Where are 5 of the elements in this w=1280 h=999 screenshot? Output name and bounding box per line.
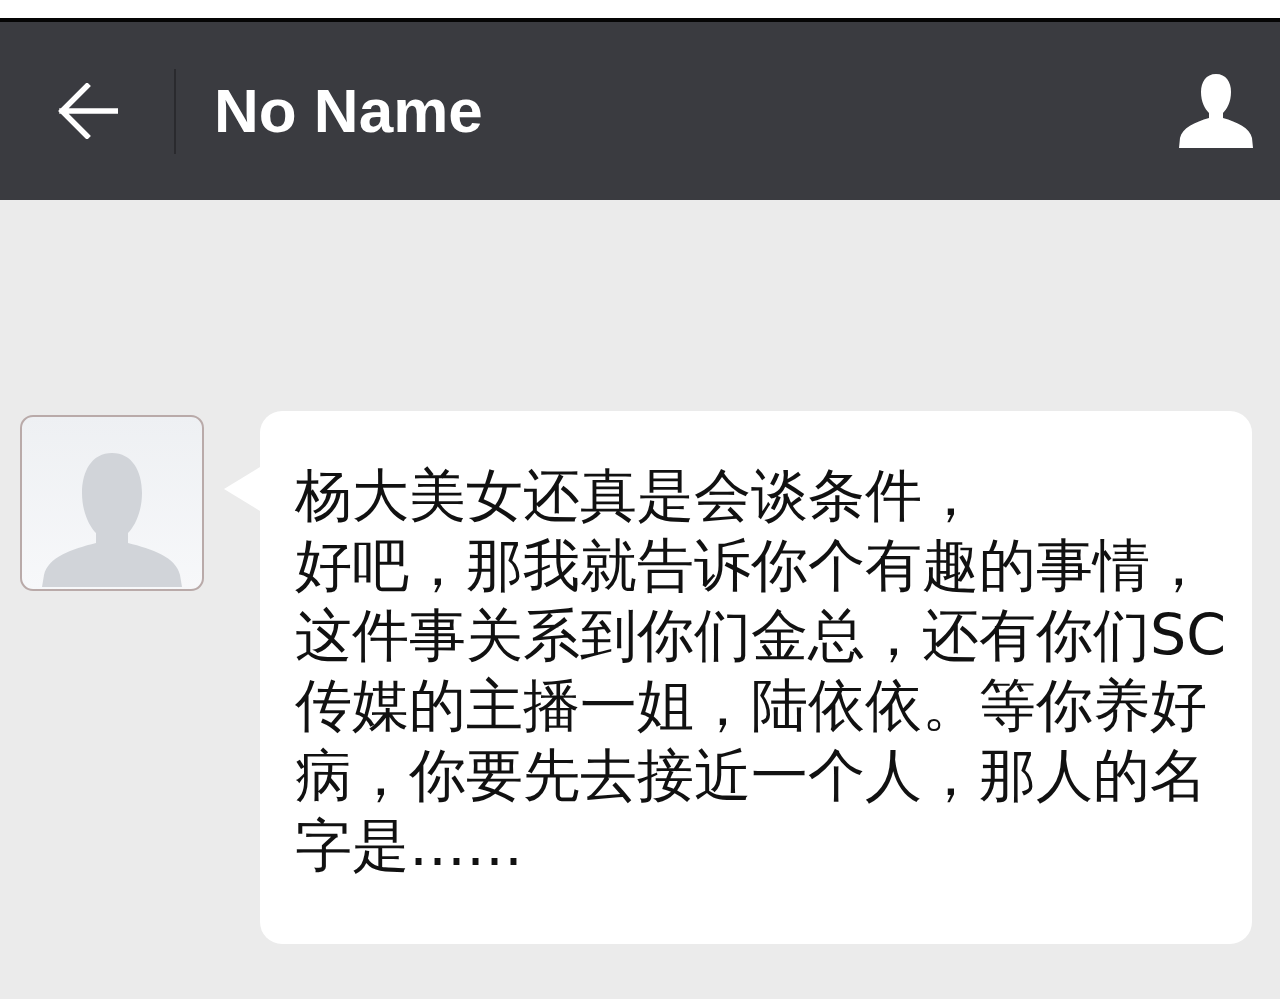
back-arrow-icon[interactable] [58,83,118,139]
person-icon[interactable] [1179,74,1253,148]
message-text: 杨大美女还真是会谈条件， [295,461,980,530]
chat-title: No Name [214,80,484,142]
message-text: 好吧，那我就告诉你个有趣的事情，这件事关系到你们金总，还有你们SC传媒的主播一姐，陆依依。等你养好病，你要先去接近一个人，那人的名字是…… [295,531,1227,880]
